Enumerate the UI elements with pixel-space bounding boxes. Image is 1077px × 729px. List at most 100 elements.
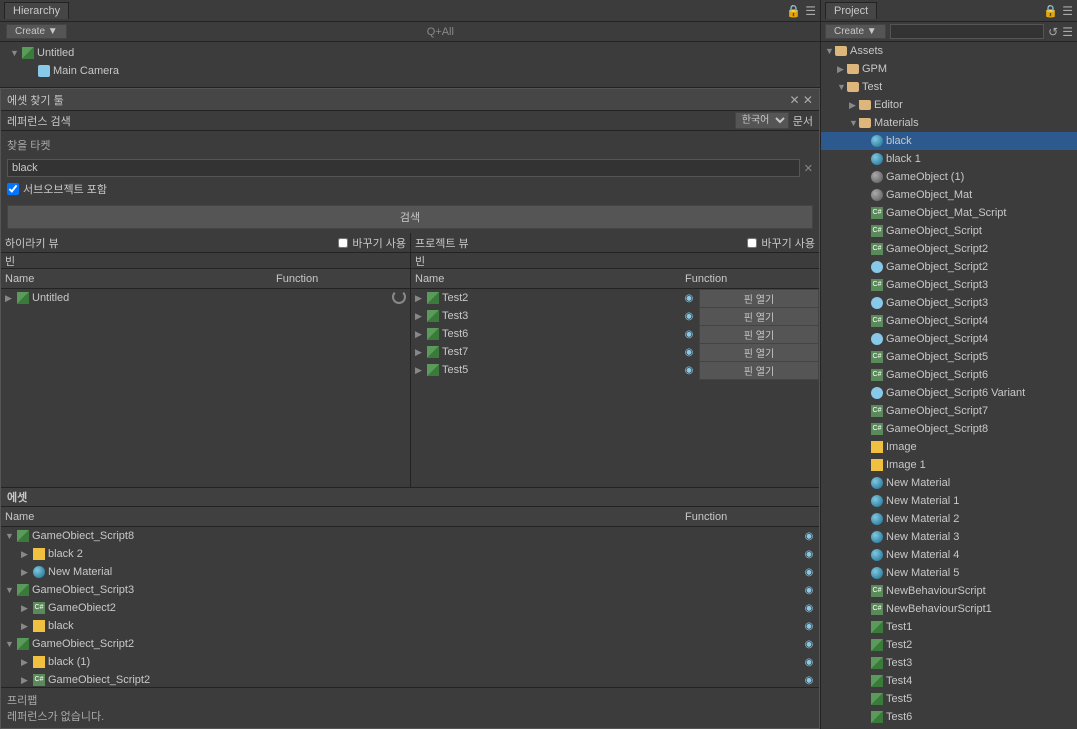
proj-gomat-label: GameObject_Mat (886, 189, 1077, 201)
proj-test4-item[interactable]: Test4 (821, 672, 1077, 690)
project-lock-icon[interactable]: 🔒 (1043, 4, 1058, 18)
proj-black-item[interactable]: black (821, 132, 1077, 150)
asset-gameobj2-item[interactable]: ▶ C# GameObiect2 ◉ (1, 599, 819, 617)
proj-newmat2-item[interactable]: New Material 2 (821, 510, 1077, 528)
proj-test6-item[interactable]: Test6 (821, 708, 1077, 726)
proj-newmat5-item[interactable]: New Material 5 (821, 564, 1077, 582)
project-create-button[interactable]: Create ▼ (825, 24, 886, 39)
proj-gpm-item[interactable]: ▶ GPM (821, 60, 1077, 78)
hierarchy-lock-icon[interactable]: 🔒 (786, 4, 801, 18)
project-refresh-icon[interactable]: ↺ (1048, 25, 1058, 39)
proj-test-item[interactable]: ▼ Test (821, 78, 1077, 96)
proj-newmat1-item[interactable]: New Material 1 (821, 492, 1077, 510)
asset-black-item[interactable]: ▶ black ◉ (1, 617, 819, 635)
asset-finder-close-btn[interactable]: ✕ ✕ (790, 93, 813, 107)
scene-item[interactable]: ▼ Untitled (6, 44, 814, 62)
proj-assets-item[interactable]: ▼ Assets (821, 42, 1077, 60)
proj-test1-item[interactable]: Test1 (821, 618, 1077, 636)
hierarchy-menu-icon[interactable]: ☰ (805, 4, 816, 18)
pv-replace-label: 바꾸기 사용 (761, 235, 815, 251)
pv-test3-item[interactable]: ▶ Test3 ◉ 핀 열기 (411, 307, 819, 325)
proj-newbehav1-item[interactable]: C# NewBehaviourScript1 (821, 600, 1077, 618)
pv-test5-item[interactable]: ▶ Test5 ◉ 핀 열기 (411, 361, 819, 379)
proj-goscript8-item[interactable]: C# GameObject_Script8 (821, 420, 1077, 438)
proj-goscript7-item[interactable]: C# GameObject_Script7 (821, 402, 1077, 420)
proj-goscript3b-label: GameObject_Script3 (886, 297, 1077, 309)
pv-test6-func-icon: ◉ (679, 328, 699, 340)
project-search-input[interactable] (890, 24, 1044, 39)
asset-script8-item[interactable]: ▼ GameObiect_Script8 ◉ (1, 527, 819, 545)
proj-test3-icon (871, 657, 883, 669)
proj-goscript3b-item[interactable]: GameObject_Script3 (821, 294, 1077, 312)
pv-test6-item[interactable]: ▶ Test6 ◉ 핀 열기 (411, 325, 819, 343)
proj-gomat-item[interactable]: GameObject_Mat (821, 186, 1077, 204)
pv-col-func: Function (685, 273, 815, 285)
bottom-info: 프리팹 레퍼런스가 없습니다. (1, 687, 819, 728)
hierarchy-tab[interactable]: Hierarchy (4, 2, 69, 19)
pv-test7-func-btn[interactable]: 핀 열기 (699, 343, 819, 362)
proj-materials-item[interactable]: ▼ Materials (821, 114, 1077, 132)
subobj-checkbox[interactable] (7, 183, 19, 195)
pv-test2-item[interactable]: ▶ Test2 ◉ 핀 열기 (411, 289, 819, 307)
language-select[interactable]: 한국어 (735, 112, 789, 129)
main-camera-item[interactable]: Main Camera (6, 62, 814, 80)
proj-image-item[interactable]: Image (821, 438, 1077, 456)
proj-assets-icon (835, 46, 847, 56)
proj-test3-item[interactable]: Test3 (821, 654, 1077, 672)
proj-editor-item[interactable]: ▶ Editor (821, 96, 1077, 114)
proj-goscript4b-icon (871, 333, 883, 345)
project-settings-icon[interactable]: ☰ (1062, 25, 1073, 39)
proj-newmat-item[interactable]: New Material (821, 474, 1077, 492)
proj-newbehav-item[interactable]: C# NewBehaviourScript (821, 582, 1077, 600)
hv-replace-checkbox[interactable] (338, 238, 348, 248)
pv-test6-func-btn[interactable]: 핀 열기 (699, 325, 819, 344)
proj-goscript3a-item[interactable]: C# GameObject_Script3 (821, 276, 1077, 294)
proj-goscript6-item[interactable]: C# GameObject_Script6 (821, 366, 1077, 384)
pv-test7-item[interactable]: ▶ Test7 ◉ 핀 열기 (411, 343, 819, 361)
asset-black1-item[interactable]: ▶ black (1) ◉ (1, 653, 819, 671)
target-clear-icon[interactable]: ✕ (804, 162, 813, 175)
proj-image1-label: Image 1 (886, 459, 1077, 471)
proj-goscript2a-item[interactable]: C# GameObject_Script2 (821, 240, 1077, 258)
asset-script3-item[interactable]: ▼ GameObiect_Script3 ◉ (1, 581, 819, 599)
project-tab[interactable]: Project (825, 2, 877, 19)
hv-untitled-item[interactable]: ▶ Untitled (1, 289, 410, 307)
proj-goscript4b-item[interactable]: GameObject_Script4 (821, 330, 1077, 348)
proj-test2-icon (871, 639, 883, 651)
proj-newmat1-icon (871, 495, 883, 507)
proj-image1-item[interactable]: Image 1 (821, 456, 1077, 474)
search-btn[interactable]: 검색 (7, 205, 813, 229)
proj-goscript6var-item[interactable]: GameObject_Script6 Variant (821, 384, 1077, 402)
pv-test2-func-btn[interactable]: 핀 열기 (699, 289, 819, 308)
project-menu-icon[interactable]: ☰ (1062, 4, 1073, 18)
proj-black1-item[interactable]: black 1 (821, 150, 1077, 168)
hierarchy-create-button[interactable]: Create ▼ (6, 24, 67, 39)
proj-goscript-item[interactable]: C# GameObject_Script (821, 222, 1077, 240)
pv-test5-func-btn[interactable]: 핀 열기 (699, 361, 819, 380)
proj-newmat4-item[interactable]: New Material 4 (821, 546, 1077, 564)
hv-toolbar-right: 바꾸기 사용 (338, 235, 406, 251)
camera-label: Main Camera (53, 65, 814, 77)
asset-script2b-item[interactable]: ▶ C# GameObiect_Script2 ◉ (1, 671, 819, 687)
asset-newmat-item[interactable]: ▶ New Material ◉ (1, 563, 819, 581)
proj-newmat3-item[interactable]: New Material 3 (821, 528, 1077, 546)
asset-black2-item[interactable]: ▶ black 2 ◉ (1, 545, 819, 563)
pv-test3-func-btn[interactable]: 핀 열기 (699, 307, 819, 326)
asset-script2a-item[interactable]: ▼ GameObiect_Script2 ◉ (1, 635, 819, 653)
left-section: Hierarchy 🔒 ☰ Create ▼ Q+All ▼ Untitled … (0, 0, 820, 729)
subobj-row: 서브오브젝트 포함 (7, 181, 813, 197)
asset-gameobj2-arrow: ▶ (21, 603, 33, 614)
proj-test4-label: Test4 (886, 675, 1077, 687)
proj-go1-item[interactable]: GameObject (1) (821, 168, 1077, 186)
proj-gomatscript-item[interactable]: C# GameObject_Mat_Script (821, 204, 1077, 222)
proj-test5-item[interactable]: Test5 (821, 690, 1077, 708)
asset-col-name: Name (5, 511, 665, 523)
proj-test2-item[interactable]: Test2 (821, 636, 1077, 654)
pv-replace-checkbox[interactable] (747, 238, 757, 248)
asset-gameobj2-icon: C# (33, 602, 45, 614)
proj-test-icon (847, 82, 859, 92)
proj-goscript2b-item[interactable]: GameObject_Script2 (821, 258, 1077, 276)
proj-goscript4a-item[interactable]: C# GameObject_Script4 (821, 312, 1077, 330)
target-input[interactable] (7, 159, 800, 177)
proj-goscript5-item[interactable]: C# GameObject_Script5 (821, 348, 1077, 366)
